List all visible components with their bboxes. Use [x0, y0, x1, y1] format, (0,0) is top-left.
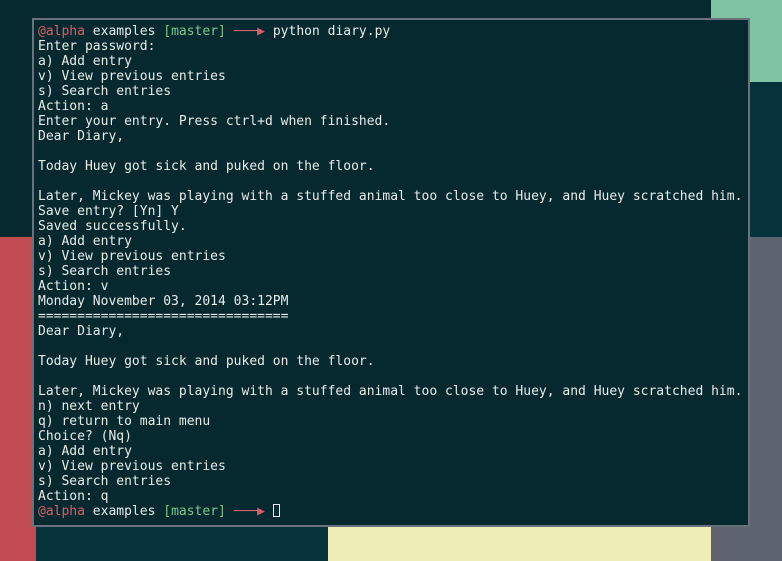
terminal-output-line: a) Add entry	[38, 444, 748, 459]
terminal-output-line: q) return to main menu	[38, 414, 748, 429]
terminal-output-text: Later, Mickey was playing with a stuffed…	[38, 384, 743, 399]
terminal-output-line: v) View previous entries	[38, 249, 748, 264]
terminal-output-text: n) next entry	[38, 399, 140, 414]
terminal-output-text: Enter password:	[38, 39, 156, 54]
prompt-user: @alpha	[38, 504, 85, 519]
prompt-directory: examples	[92, 24, 156, 39]
terminal-output-line: Choice? (Nq)	[38, 429, 748, 444]
terminal-prompt-line: @alpha examples [master] ───▶	[38, 504, 748, 519]
terminal-output-line: Today Huey got sick and puked on the flo…	[38, 159, 748, 174]
terminal-output-line: Action: a	[38, 99, 748, 114]
terminal-output-text: q) return to main menu	[38, 414, 211, 429]
terminal-output-line: v) View previous entries	[38, 69, 748, 84]
terminal-screen[interactable]: @alpha examples [master] ───▶ python dia…	[34, 20, 748, 519]
desktop-panel-gray-right	[750, 237, 782, 561]
desktop-panel-red-bottom-left	[0, 527, 36, 561]
terminal-output-text: Today Huey got sick and puked on the flo…	[38, 354, 375, 369]
terminal-output-text: s) Search entries	[38, 84, 172, 99]
terminal-output-text: v) View previous entries	[38, 69, 226, 84]
prompt-command: python diary.py	[272, 24, 391, 39]
terminal-output-line: Enter your entry. Press ctrl+d when fini…	[38, 114, 748, 129]
terminal-output-line: s) Search entries	[38, 264, 748, 279]
terminal-output-text: s) Search entries	[38, 264, 172, 279]
terminal-output-text: v) View previous entries	[38, 249, 226, 264]
terminal-output-text: a) Add entry	[38, 234, 132, 249]
terminal-output-line: s) Search entries	[38, 474, 748, 489]
terminal-output-text: Dear Diary,	[38, 129, 125, 144]
terminal-output-text: Later, Mickey was playing with a stuffed…	[38, 189, 743, 204]
terminal-output-text: Action: q	[38, 489, 109, 504]
prompt-user: @alpha	[38, 24, 85, 39]
terminal-output-line: a) Add entry	[38, 234, 748, 249]
terminal-output-text: Saved successfully.	[38, 219, 187, 234]
terminal-output-text: s) Search entries	[38, 474, 172, 489]
terminal-output-text: Monday November 03, 2014 03:12PM	[38, 294, 289, 309]
prompt-git-branch: [master]	[163, 504, 226, 519]
terminal-output-line: Action: q	[38, 489, 748, 504]
terminal-output-text: a) Add entry	[38, 54, 132, 69]
terminal-prompt-line: @alpha examples [master] ───▶ python dia…	[38, 24, 748, 39]
terminal-output-text: Enter your entry. Press ctrl+d when fini…	[38, 114, 391, 129]
terminal-output-line: Later, Mickey was playing with a stuffed…	[38, 189, 748, 204]
terminal-output-text: Dear Diary,	[38, 324, 125, 339]
terminal-output-text: a) Add entry	[38, 444, 132, 459]
terminal-output-text: Today Huey got sick and puked on the flo…	[38, 159, 375, 174]
prompt-arrow-icon: ───▶	[233, 24, 266, 39]
terminal-output-line: n) next entry	[38, 399, 748, 414]
terminal-output-line: Today Huey got sick and puked on the flo…	[38, 354, 748, 369]
terminal-output-line: Enter password:	[38, 39, 748, 54]
terminal-output-line: Dear Diary,	[38, 324, 748, 339]
terminal-output-line: Later, Mickey was playing with a stuffed…	[38, 384, 748, 399]
terminal-output-text: Save entry? [Yn] Y	[38, 204, 179, 219]
desktop-panel-gray-bottom-right	[711, 527, 782, 561]
terminal-output-line: Monday November 03, 2014 03:12PM	[38, 294, 748, 309]
terminal-output-text: v) View previous entries	[38, 459, 226, 474]
desktop-panel-red-left	[0, 237, 32, 561]
terminal-window[interactable]: @alpha examples [master] ───▶ python dia…	[32, 18, 750, 527]
terminal-output-line: Dear Diary,	[38, 129, 748, 144]
terminal-output-text: ================================	[38, 309, 289, 324]
desktop-panel-teal-upper-right	[750, 82, 782, 237]
terminal-output-text: Action: v	[38, 279, 109, 294]
terminal-output-line: ================================	[38, 309, 748, 324]
terminal-output-line: Action: v	[38, 279, 748, 294]
desktop-panel-teal-bottom	[36, 527, 328, 561]
prompt-directory: examples	[92, 504, 156, 519]
terminal-output-line: Saved successfully.	[38, 219, 748, 234]
terminal-output-text: Action: a	[38, 99, 109, 114]
terminal-output-line: v) View previous entries	[38, 459, 748, 474]
terminal-output-text: Choice? (Nq)	[38, 429, 132, 444]
desktop: @alpha examples [master] ───▶ python dia…	[0, 0, 782, 561]
terminal-output-line: s) Search entries	[38, 84, 748, 99]
terminal-cursor	[272, 504, 280, 517]
terminal-output-line: Save entry? [Yn] Y	[38, 204, 748, 219]
prompt-git-branch: [master]	[163, 24, 226, 39]
desktop-panel-yellow-bottom	[328, 527, 711, 561]
prompt-arrow-icon: ───▶	[233, 504, 266, 519]
terminal-output-line: a) Add entry	[38, 54, 748, 69]
